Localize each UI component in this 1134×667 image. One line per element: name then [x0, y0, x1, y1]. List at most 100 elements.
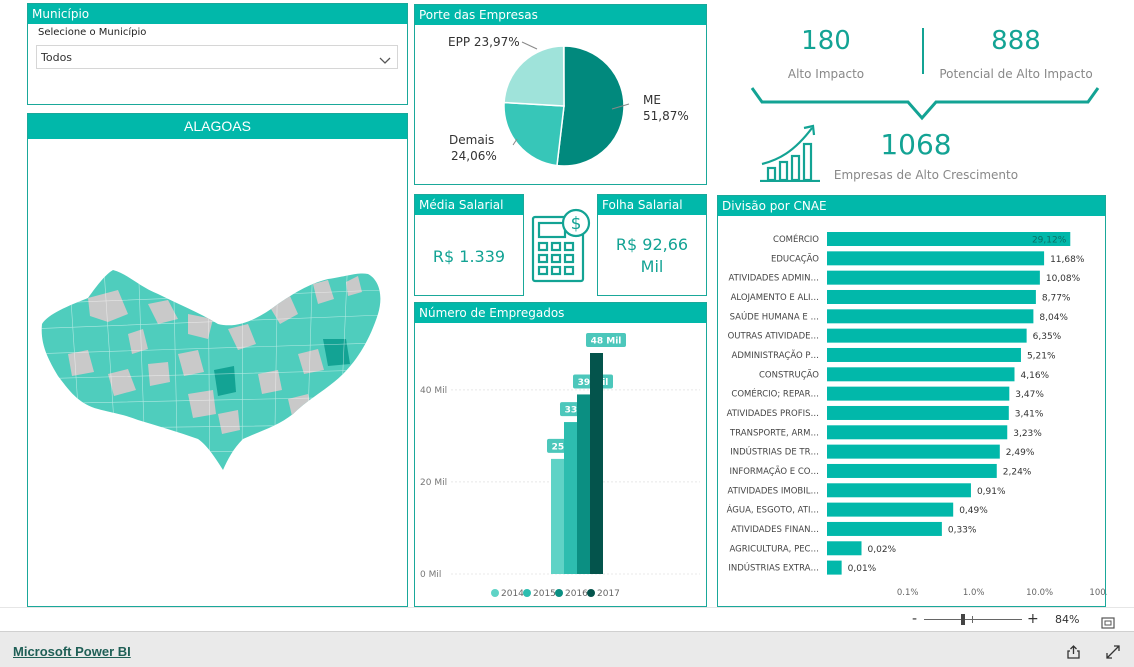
cnae-data-label: 0,33% — [948, 525, 977, 535]
kpi-bracket — [750, 87, 1100, 121]
cnae-x-tick-label: 0.1% — [897, 588, 919, 598]
kpi-alto-impacto-label: Alto Impacto — [787, 67, 865, 81]
cnae-x-tick-label: 10.0% — [1026, 588, 1053, 598]
bar-2014[interactable] — [551, 458, 564, 574]
cnae-category-label: COMÉRCIO — [773, 233, 819, 245]
cnae-category-label: ADMINISTRAÇÃO P… — [732, 350, 820, 361]
kpi-divider — [922, 28, 924, 74]
pie-slice-demais[interactable] — [503, 101, 565, 167]
legend-marker-2017 — [587, 589, 595, 597]
cnae-category-label: EDUCAÇÃO — [771, 253, 819, 264]
bar-2016[interactable] — [577, 394, 590, 574]
cnae-data-label: 6,35% — [1033, 332, 1062, 342]
kpi-alto-impacto-value: 180 — [801, 26, 851, 56]
cnae-category-label: ATIVIDADES ADMIN… — [729, 274, 819, 284]
cnae-bar[interactable] — [827, 444, 1000, 459]
zoom-slider[interactable] — [924, 614, 1022, 625]
legend-label-2015: 2015 — [533, 589, 556, 599]
cnae-bar[interactable] — [827, 386, 1010, 401]
growth-chart-icon — [760, 124, 820, 186]
cnae-data-label: 3,47% — [1015, 390, 1044, 400]
legend-marker-2015 — [523, 589, 531, 597]
share-icon[interactable] — [1067, 644, 1081, 663]
cnae-panel: Divisão por CNAE COMÉRCIO 29,12% EDUCAÇÃO 1… — [717, 195, 1107, 608]
zoom-in-button[interactable]: + — [1027, 611, 1039, 627]
cnae-bar[interactable] — [827, 425, 1008, 440]
municipio-label: Selecione o Município — [38, 27, 147, 38]
legend-marker-2014 — [491, 589, 499, 597]
cnae-category-label: TRANSPORTE, ARM… — [729, 428, 819, 438]
municipio-dropdown-value: Todos — [41, 51, 73, 64]
y-tick-label: 0 Mil — [420, 570, 441, 580]
cnae-bar[interactable] — [827, 328, 1027, 343]
cnae-data-label: 2,24% — [1003, 467, 1032, 477]
cnae-bar[interactable] — [827, 463, 997, 478]
media-salarial-value: R$ 1.339 — [432, 247, 506, 266]
cnae-category-label: ATIVIDADES FINAN… — [731, 525, 819, 535]
folha-salarial-unit: Mil — [640, 257, 664, 276]
cnae-bar[interactable] — [827, 521, 942, 536]
pie-label-demais: Demais — [449, 133, 495, 147]
cnae-data-label: 0,01% — [848, 564, 877, 574]
cnae-bar[interactable] — [827, 560, 842, 575]
alagoas-map[interactable] — [28, 114, 409, 608]
pie-label-epp: EPP 23,97% — [448, 35, 520, 49]
zoom-out-button[interactable]: - — [912, 611, 917, 627]
cnae-bar[interactable] — [827, 251, 1045, 266]
cnae-bar[interactable] — [827, 309, 1034, 324]
cnae-data-label: 8,04% — [1039, 313, 1068, 323]
cnae-bar[interactable] — [827, 502, 954, 517]
cnae-data-label: 29,12% — [1032, 236, 1067, 246]
cnae-data-label: 11,68% — [1050, 255, 1085, 265]
cnae-data-label: 5,21% — [1027, 351, 1056, 361]
cnae-x-tick-label: 100.0% — [1089, 588, 1107, 598]
media-salarial-title: Média Salarial — [415, 195, 523, 215]
cnae-data-label: 0,91% — [977, 487, 1006, 497]
folha-salarial-title: Folha Salarial — [598, 195, 706, 215]
pie-slice-epp[interactable] — [503, 45, 565, 107]
empregados-panel: Número de Empregados 0 Mil 20 Mil 40 Mil 25… — [414, 302, 707, 607]
cnae-bar[interactable] — [827, 541, 862, 556]
bar-2015[interactable] — [564, 422, 577, 574]
bar-2017[interactable] — [590, 353, 603, 574]
kpi-potencial-value: 888 — [991, 26, 1041, 56]
cnae-category-label: CONSTRUÇÃO — [759, 369, 819, 380]
cnae-category-label: OUTRAS ATIVIDADE… — [728, 332, 819, 342]
zoom-bar: - + 84% — [0, 607, 1134, 631]
cnae-data-label: 4,16% — [1021, 371, 1050, 381]
kpi-potencial-label: Potencial de Alto Impacto — [939, 67, 1093, 81]
cnae-bar[interactable] — [827, 405, 1009, 420]
cnae-bar[interactable] — [827, 367, 1015, 382]
municipio-title: Município — [28, 4, 407, 24]
kpi-crescimento-value: 1068 — [880, 128, 952, 161]
cnae-data-label: 0,49% — [959, 506, 988, 516]
cnae-category-label: ÁGUA, ESGOTO, ATI… — [727, 504, 819, 516]
municipio-dropdown[interactable]: Todos — [36, 45, 398, 69]
cnae-chart[interactable]: COMÉRCIO 29,12% EDUCAÇÃO 11,68% ATIVIDADES A… — [718, 196, 1107, 608]
footer: Microsoft Power BI — [0, 631, 1134, 667]
cnae-bar[interactable] — [827, 270, 1040, 285]
data-label-2017: 48 Mil — [591, 337, 622, 347]
cnae-bar[interactable] — [827, 289, 1036, 304]
pie-label-demais-pct: 24,06% — [451, 149, 497, 163]
pie-leader-line — [521, 41, 538, 50]
fullscreen-icon[interactable] — [1106, 644, 1120, 663]
legend-label-2014: 2014 — [501, 589, 524, 599]
cnae-category-label: INDÚSTRIAS DE TR… — [730, 446, 819, 458]
chevron-down-icon — [379, 51, 391, 70]
legend-label-2016: 2016 — [565, 589, 588, 599]
cnae-bar[interactable] — [827, 347, 1021, 362]
power-bi-link[interactable]: Microsoft Power BI — [13, 644, 131, 659]
cnae-bar[interactable] — [827, 483, 971, 498]
cnae-category-label: SAÚDE HUMANA E … — [730, 310, 819, 322]
empregados-chart[interactable]: 0 Mil20 Mil40 Mil25 Mil33 Mil39 Mil48 Mi… — [415, 303, 708, 608]
cnae-x-tick-label: 1.0% — [963, 588, 985, 598]
pie-slice-me[interactable] — [556, 45, 625, 167]
y-tick-label: 20 Mil — [420, 478, 447, 488]
cnae-category-label: COMÉRCIO; REPAR… — [731, 388, 819, 400]
zoom-slider-thumb[interactable] — [961, 614, 965, 625]
cnae-category-label: ATIVIDADES PROFIS… — [727, 409, 819, 419]
cnae-category-label: INFORMAÇÃO E CO… — [729, 466, 819, 477]
zoom-level: 84% — [1055, 613, 1080, 626]
y-tick-label: 40 Mil — [420, 386, 447, 396]
